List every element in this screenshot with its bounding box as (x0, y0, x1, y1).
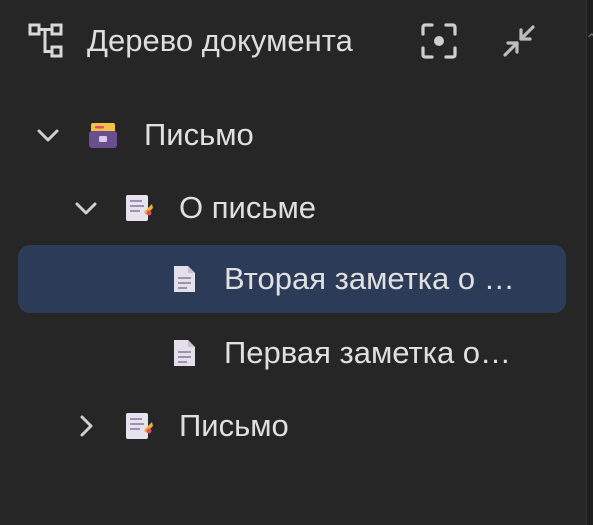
focus-target-icon (421, 23, 457, 59)
tree-item-label: О письме (179, 190, 317, 225)
tree-item-label: Письмо (144, 117, 254, 152)
focus-button[interactable] (419, 21, 459, 61)
note-document-icon (126, 195, 153, 221)
chevron-down-icon[interactable] (72, 194, 100, 222)
page-icon (174, 266, 195, 292)
note-document-icon (126, 413, 153, 439)
tree-item-label: Письмо (179, 408, 289, 443)
chevron-down-icon[interactable] (34, 121, 62, 149)
partial-icon: ⌃ (585, 32, 593, 49)
panel-title: Дерево документа (87, 23, 353, 58)
archive-box-icon (89, 123, 117, 148)
tree-item-letter-2[interactable]: Письмо (18, 392, 566, 460)
tree-item-letter[interactable]: Письмо (18, 101, 566, 169)
page-icon (174, 340, 195, 366)
tree-item-second-note[interactable]: Вторая заметка о … (18, 245, 566, 313)
panel-header: Дерево документа (0, 0, 586, 82)
tree-item-first-note[interactable]: Первая заметка о… (18, 319, 566, 387)
collapse-arrows-icon (503, 25, 535, 57)
tree-item-label: Первая заметка о… (224, 335, 512, 370)
collapse-all-button[interactable] (499, 21, 539, 61)
adjacent-panel-edge: ⌃ (585, 0, 593, 525)
document-tree-panel: Дерево документа Письмо О письме Вторая … (0, 0, 586, 525)
tree-structure-icon (28, 23, 63, 58)
tree-item-about-letter[interactable]: О письме (18, 174, 566, 242)
chevron-right-icon[interactable] (72, 412, 100, 440)
tree-item-label: Вторая заметка о … (224, 261, 515, 296)
